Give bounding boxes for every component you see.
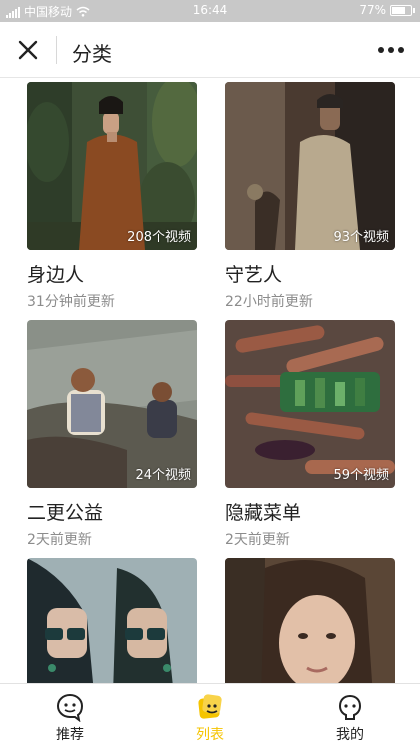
photo-woman-in-garden xyxy=(27,82,197,250)
category-title[interactable]: 身边人 xyxy=(27,260,84,287)
tab-profile[interactable]: 我的 xyxy=(280,684,420,747)
battery-icon xyxy=(390,4,415,16)
battery-percent: 77% xyxy=(359,3,386,17)
video-count: 59个视频 xyxy=(333,468,389,483)
photo-woman-portrait xyxy=(225,558,395,683)
tab-list[interactable]: 列表 xyxy=(140,684,280,747)
category-updated: 22小时前更新 xyxy=(225,294,313,310)
tab-recommend[interactable]: 推荐 xyxy=(0,684,140,747)
category-thumbnail[interactable] xyxy=(225,558,395,683)
video-count: 93个视频 xyxy=(333,230,389,245)
photo-children-on-mountain xyxy=(27,320,197,488)
more-dot xyxy=(388,47,394,53)
nav-bar: 分类 xyxy=(0,22,420,78)
tab-label: 推荐 xyxy=(56,727,84,743)
video-count: 24个视频 xyxy=(135,468,191,483)
more-button[interactable] xyxy=(376,36,406,64)
video-count: 208个视频 xyxy=(127,230,191,245)
tab-label: 列表 xyxy=(196,727,224,743)
category-title[interactable]: 隐藏菜单 xyxy=(225,498,301,525)
category-thumbnail[interactable] xyxy=(27,558,197,683)
category-updated: 2天前更新 xyxy=(225,532,290,548)
status-bar: 中国移动 16:44 77% xyxy=(0,0,420,22)
photo-women-with-sunglasses xyxy=(27,558,197,683)
category-thumbnail[interactable]: 208个视频 xyxy=(27,82,197,250)
close-button[interactable] xyxy=(12,34,44,66)
category-thumbnail[interactable]: 24个视频 xyxy=(27,320,197,488)
category-thumbnail[interactable]: 59个视频 xyxy=(225,320,395,488)
nav-divider xyxy=(56,36,57,64)
bottom-tab-bar: 推荐 列表 我的 xyxy=(0,683,420,747)
profile-face-icon xyxy=(338,694,362,720)
close-icon xyxy=(18,40,38,60)
recommend-face-icon xyxy=(56,693,84,722)
category-title[interactable]: 守艺人 xyxy=(225,260,282,287)
page-title: 分类 xyxy=(72,42,112,66)
photo-craftsman xyxy=(225,82,395,250)
category-updated: 2天前更新 xyxy=(27,532,92,548)
more-dot xyxy=(398,47,404,53)
tab-label: 我的 xyxy=(336,727,364,743)
category-thumbnail[interactable]: 93个视频 xyxy=(225,82,395,250)
category-updated: 31分钟前更新 xyxy=(27,294,115,310)
status-time: 16:44 xyxy=(192,3,228,17)
category-grid: 208个视频 身边人 31分钟前更新 93个视频 守艺人 22小时前更新 24个… xyxy=(0,79,420,683)
category-title[interactable]: 二更公益 xyxy=(27,498,103,525)
list-face-icon xyxy=(198,694,222,719)
status-right: 77% xyxy=(359,3,415,17)
photo-vegetables xyxy=(225,320,395,488)
app-root: 中国移动 16:44 77% 分类 208个视频 身边人 31分钟前更新 93个… xyxy=(0,0,420,747)
more-dot xyxy=(378,47,384,53)
